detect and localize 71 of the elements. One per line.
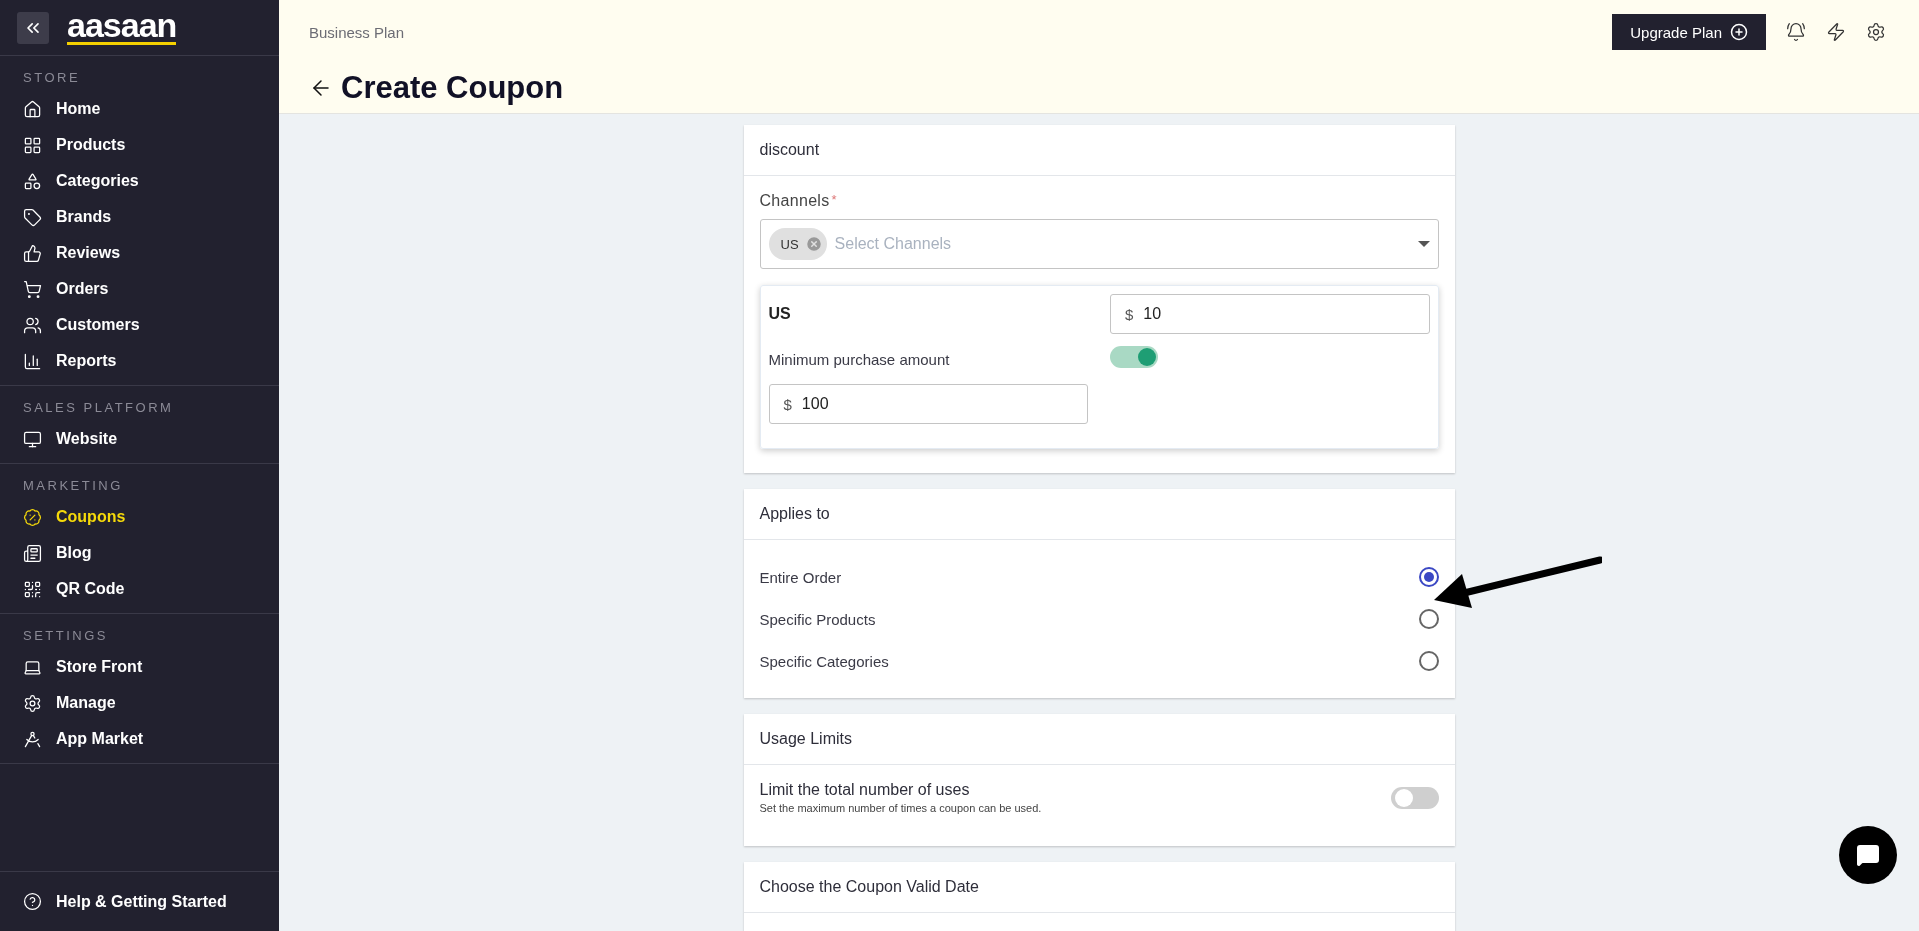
sidebar-item[interactable]: Manage <box>0 685 279 721</box>
compass-icon <box>23 729 42 749</box>
section-title: SALES PLATFORM <box>22 399 175 417</box>
cart-icon <box>23 279 42 299</box>
option-label: Specific Categories <box>759 652 889 670</box>
card-title: Usage Limits <box>743 714 1455 765</box>
select-placeholder: Select Channels <box>834 235 953 253</box>
option-label: Entire Order <box>759 568 842 586</box>
percent-badge-icon <box>23 507 42 527</box>
sidebar-item[interactable]: Categories <box>0 163 279 199</box>
radio-button[interactable] <box>1418 567 1439 587</box>
amount-field[interactable]: $ 10 <box>1110 294 1430 334</box>
sidebar-item[interactable]: Reports <box>0 343 279 379</box>
toggle-label: Limit the total number of uses <box>759 781 971 799</box>
notification-button[interactable] <box>1786 22 1806 42</box>
radio-button[interactable] <box>1418 609 1439 629</box>
plus-icon <box>1730 23 1748 41</box>
channels-select[interactable]: US Select Channels <box>759 219 1439 269</box>
sidebar-item[interactable]: Blog <box>0 535 279 571</box>
shapes-icon <box>23 171 42 191</box>
lightning-button[interactable] <box>1826 22 1846 42</box>
settings-button[interactable] <box>1866 22 1886 42</box>
minimum-amount-field[interactable]: $ 100 <box>768 384 1088 424</box>
sidebar-item[interactable]: Orders <box>0 271 279 307</box>
page-title: Create Coupon <box>341 70 564 106</box>
option-label: Specific Products <box>759 610 876 628</box>
toggle-switch[interactable] <box>1110 346 1158 368</box>
logo: aasaan <box>67 10 177 45</box>
radio-button[interactable] <box>1418 651 1439 671</box>
tag-icon <box>23 207 42 227</box>
sidebar-item[interactable]: Website <box>0 421 279 457</box>
plan-name: Business Plan <box>309 23 405 41</box>
channel-name: US <box>768 305 792 323</box>
monitor-icon <box>23 429 42 449</box>
collapse-button[interactable] <box>17 11 49 44</box>
section-title: STORE <box>22 69 82 87</box>
settings-icon <box>1866 22 1886 42</box>
settings-icon <box>23 693 42 713</box>
home-icon <box>23 99 42 119</box>
section-title: SETTINGS <box>22 627 109 645</box>
chat-icon <box>1856 843 1880 867</box>
toggle-switch[interactable] <box>1390 786 1439 809</box>
required-mark: * <box>831 192 837 209</box>
card-title: discount <box>743 125 1455 176</box>
field-label: Channels <box>759 192 830 210</box>
toggle-description: Set the maximum number of times a coupon can be used. <box>759 802 1042 814</box>
sidebar-item[interactable]: Coupons <box>0 499 279 535</box>
bar-chart-icon <box>23 351 42 371</box>
upgrade-button[interactable]: Upgrade Plan <box>1612 14 1766 50</box>
sidebar-item[interactable]: Brands <box>0 199 279 235</box>
card-title: Applies to <box>743 489 1455 540</box>
caret-icon <box>1417 241 1430 247</box>
qr-code-icon <box>23 579 42 599</box>
thumbs-up-icon <box>23 243 42 263</box>
bell-icon <box>1786 22 1806 42</box>
toggle-label: Minimum purchase amount <box>768 350 951 368</box>
users-icon <box>23 315 42 335</box>
help-icon <box>23 892 42 911</box>
document-icon <box>23 543 42 563</box>
lightning-icon <box>1826 22 1846 42</box>
sidebar-item[interactable]: Home <box>0 91 279 127</box>
sidebar-item[interactable]: Customers <box>0 307 279 343</box>
card-title: Choose the Coupon Valid Date <box>743 862 1455 913</box>
sidebar-item[interactable]: QR Code <box>0 571 279 607</box>
sidebar-item[interactable]: Reviews <box>0 235 279 271</box>
section-title: MARKETING <box>22 477 124 495</box>
sidebar-item[interactable]: App Market <box>0 721 279 757</box>
channel-chip[interactable]: US <box>768 228 827 260</box>
sidebar-item[interactable]: Store Front <box>0 649 279 685</box>
sidebar-item[interactable]: Products <box>0 127 279 163</box>
grid-icon <box>23 135 42 155</box>
